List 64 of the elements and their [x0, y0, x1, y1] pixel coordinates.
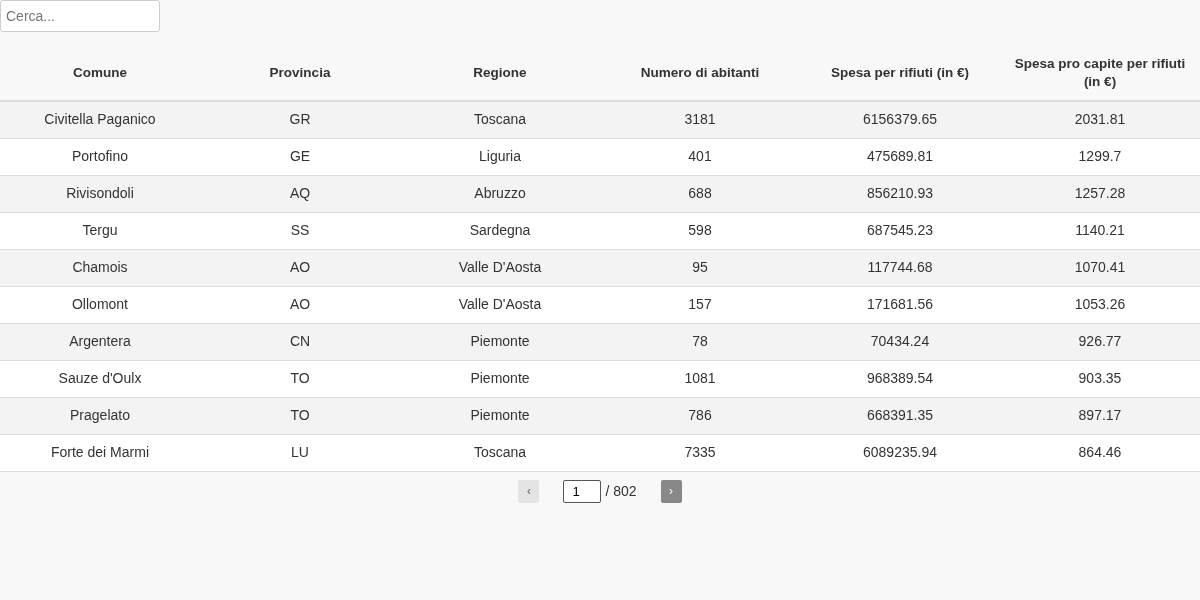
- table-cell: CN: [200, 323, 400, 360]
- table-cell: 78: [600, 323, 800, 360]
- table-cell: 1070.41: [1000, 249, 1200, 286]
- next-page-button[interactable]: ›: [660, 479, 682, 503]
- table-cell: AO: [200, 286, 400, 323]
- table-cell: SS: [200, 212, 400, 249]
- table-cell: 117744.68: [800, 249, 1000, 286]
- table-cell: TO: [200, 397, 400, 434]
- table-cell: Tergu: [0, 212, 200, 249]
- table-cell: 688: [600, 175, 800, 212]
- table-cell: Civitella Paganico: [0, 101, 200, 138]
- table-cell: 598: [600, 212, 800, 249]
- table-cell: 157: [600, 286, 800, 323]
- table-cell: Rivisondoli: [0, 175, 200, 212]
- table-cell: Piemonte: [400, 360, 600, 397]
- table-cell: 864.46: [1000, 434, 1200, 471]
- table-cell: 903.35: [1000, 360, 1200, 397]
- table-cell: 786: [600, 397, 800, 434]
- page-total: / 802: [605, 481, 637, 501]
- table-cell: LU: [200, 434, 400, 471]
- table-cell: 1081: [600, 360, 800, 397]
- table-cell: 1053.26: [1000, 286, 1200, 323]
- table-cell: 897.17: [1000, 397, 1200, 434]
- table-cell: Valle D'Aosta: [400, 286, 600, 323]
- table-cell: Ollomont: [0, 286, 200, 323]
- table-cell: Piemonte: [400, 323, 600, 360]
- table-cell: Portofino: [0, 138, 200, 175]
- table-cell: 687545.23: [800, 212, 1000, 249]
- table-cell: Sauze d'Oulx: [0, 360, 200, 397]
- table-cell: 1257.28: [1000, 175, 1200, 212]
- table-cell: 968389.54: [800, 360, 1000, 397]
- table-cell: 3181: [600, 101, 800, 138]
- table-cell: TO: [200, 360, 400, 397]
- search-field[interactable]: Cerca...: [0, 0, 160, 32]
- table-cell: 7335: [600, 434, 800, 471]
- table-cell: Forte dei Marmi: [0, 434, 200, 471]
- table-cell: Toscana: [400, 434, 600, 471]
- table-cell: Valle D'Aosta: [400, 249, 600, 286]
- table-cell: 401: [600, 138, 800, 175]
- table-cell: 668391.35: [800, 397, 1000, 434]
- table-cell: 1140.21: [1000, 212, 1200, 249]
- page-number-field[interactable]: 1: [563, 479, 602, 503]
- table-cell: Liguria: [400, 138, 600, 175]
- table-cell: GR: [200, 101, 400, 138]
- table-cell: AO: [200, 249, 400, 286]
- table-cell: 6156379.65: [800, 101, 1000, 138]
- table-cell: Argentera: [0, 323, 200, 360]
- table-cell: Pragelato: [0, 397, 200, 434]
- table-cell: 926.77: [1000, 323, 1200, 360]
- table-cell: 95: [600, 249, 800, 286]
- table-cell: Piemonte: [400, 397, 600, 434]
- table-cell: Toscana: [400, 101, 600, 138]
- table-cell: 1299.7: [1000, 138, 1200, 175]
- table-cell: 6089235.94: [800, 434, 1000, 471]
- table-cell: 2031.81: [1000, 101, 1200, 138]
- table-cell: 171681.56: [800, 286, 1000, 323]
- table-cell: Abruzzo: [400, 175, 600, 212]
- table-cell: 70434.24: [800, 323, 1000, 360]
- table-cell: Sardegna: [400, 212, 600, 249]
- table-cell: GE: [200, 138, 400, 175]
- table-cell: Chamois: [0, 249, 200, 286]
- table-cell: 475689.81: [800, 138, 1000, 175]
- table-cell: 856210.93: [800, 175, 1000, 212]
- table-cell: AQ: [200, 175, 400, 212]
